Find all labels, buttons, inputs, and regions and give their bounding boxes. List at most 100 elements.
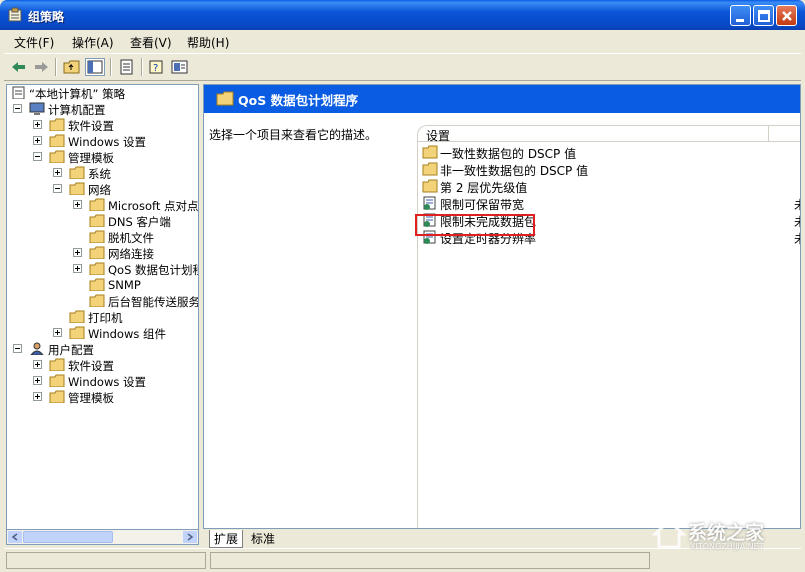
tree-label: 软件设置 xyxy=(68,119,114,133)
minimize-icon xyxy=(736,19,744,22)
watermark-text: 系统之家 xyxy=(688,522,765,544)
minimize-button[interactable] xyxy=(730,5,751,26)
tree-label: DNS 客户端 xyxy=(108,215,171,229)
collapse-icon[interactable] xyxy=(13,344,22,353)
back-button[interactable] xyxy=(9,58,29,76)
menu-file[interactable]: 文件(F) xyxy=(14,34,54,51)
up-icon xyxy=(63,60,80,74)
export-list-button[interactable] xyxy=(117,58,137,76)
folder-icon xyxy=(69,326,85,339)
expand-icon[interactable] xyxy=(33,120,42,129)
expand-icon[interactable] xyxy=(73,248,82,257)
folder-icon xyxy=(89,198,105,211)
column-header-state[interactable] xyxy=(768,126,800,142)
collapse-icon[interactable] xyxy=(13,104,22,113)
scroll-right-icon[interactable] xyxy=(183,531,197,543)
back-icon xyxy=(12,62,25,72)
folder-icon xyxy=(49,358,65,371)
tree-label: QoS 数据包计划程 xyxy=(108,263,199,277)
collapse-icon[interactable] xyxy=(33,152,42,161)
expand-icon[interactable] xyxy=(33,376,42,385)
folder-icon xyxy=(89,230,105,243)
forward-button[interactable] xyxy=(31,58,51,76)
folder-open-icon xyxy=(69,182,85,195)
computer-icon xyxy=(29,102,45,115)
tree-label: 后台智能传送服务 xyxy=(108,295,199,309)
user-icon xyxy=(30,342,44,355)
expand-icon[interactable] xyxy=(53,168,62,177)
status-cell xyxy=(6,552,206,569)
up-button[interactable] xyxy=(62,58,82,76)
menu-bar: 文件(F) 操作(A) 查看(V) 帮助(H) xyxy=(4,30,801,52)
scroll-thumb[interactable] xyxy=(23,531,113,543)
list-item-label: 非一致性数据包的 DSCP 值 xyxy=(440,164,589,178)
properties-icon xyxy=(171,60,188,74)
close-button[interactable] xyxy=(776,5,797,26)
expand-icon[interactable] xyxy=(53,328,62,337)
toolbar-separator xyxy=(55,58,57,76)
list-item-dscp-conforming[interactable]: 一致性数据包的 DSCP 值 xyxy=(422,144,800,161)
menu-help[interactable]: 帮助(H) xyxy=(187,34,229,51)
help-button[interactable]: ? xyxy=(147,58,167,76)
folder-icon xyxy=(422,145,438,159)
folder-open-icon xyxy=(89,262,105,275)
folder-icon xyxy=(89,278,105,291)
toolbar: ? xyxy=(4,53,801,81)
forward-icon xyxy=(35,62,48,72)
column-header-setting[interactable]: 设置 xyxy=(418,126,768,143)
details-title: QoS 数据包计划程序 xyxy=(238,93,359,108)
folder-icon xyxy=(49,390,65,403)
state-cell: 未 xyxy=(794,230,800,247)
scroll-left-icon[interactable] xyxy=(8,531,22,543)
folder-icon xyxy=(89,246,105,259)
folder-icon xyxy=(422,162,438,176)
help-icon: ? xyxy=(149,60,163,74)
tab-extended[interactable]: 扩展 xyxy=(209,530,244,548)
tree-label: Windows 组件 xyxy=(88,327,166,341)
tree-label: 软件设置 xyxy=(68,359,114,373)
expand-icon[interactable] xyxy=(33,360,42,369)
folder-open-icon xyxy=(49,150,65,163)
folder-icon xyxy=(216,91,234,106)
collapse-icon[interactable] xyxy=(53,184,62,193)
list-item-limit-reservable-bandwidth[interactable]: 限制可保留带宽 未 xyxy=(422,195,800,213)
expand-icon[interactable] xyxy=(33,392,42,401)
list-item-dscp-nonconforming[interactable]: 非一致性数据包的 DSCP 值 xyxy=(422,161,800,178)
folder-icon xyxy=(49,118,65,131)
show-hide-tree-button[interactable] xyxy=(85,58,105,76)
tree-label: Windows 设置 xyxy=(68,375,146,389)
tree-label: Microsoft 点对点 xyxy=(108,199,199,213)
tree-label: 计算机配置 xyxy=(48,103,106,117)
title-bar: 组策略 xyxy=(0,0,805,30)
menu-action[interactable]: 操作(A) xyxy=(72,34,114,51)
expand-icon[interactable] xyxy=(33,136,42,145)
policy-setting-icon xyxy=(423,196,436,210)
list-item-label: 限制可保留带宽 xyxy=(440,198,525,212)
details-pane: QoS 数据包计划程序 选择一个项目来查看它的描述。 设置 一致性数据包的 DS… xyxy=(203,84,801,529)
state-cell: 未 xyxy=(794,196,800,213)
toolbar-separator xyxy=(110,58,112,76)
folder-icon xyxy=(89,294,105,307)
tree-label: 脱机文件 xyxy=(108,231,154,245)
state-cell: 未 xyxy=(794,213,800,230)
status-cell xyxy=(210,552,650,569)
expand-icon[interactable] xyxy=(73,200,82,209)
tree-label: SNMP xyxy=(108,278,141,292)
list-item-layer2-priority[interactable]: 第 2 层优先级值 xyxy=(422,178,800,195)
description-text: 选择一个项目来查看它的描述。 xyxy=(209,128,378,142)
tree-label: 系统 xyxy=(88,167,111,181)
maximize-button[interactable] xyxy=(753,5,774,26)
menu-view[interactable]: 查看(V) xyxy=(130,34,172,51)
expand-icon[interactable] xyxy=(73,264,82,273)
site-watermark: 系统之家 XITONGZHIJIA.NET xyxy=(652,512,802,558)
folder-icon xyxy=(49,134,65,147)
tab-standard[interactable]: 标准 xyxy=(247,530,279,547)
properties-button[interactable] xyxy=(170,58,190,76)
list-item-label: 一致性数据包的 DSCP 值 xyxy=(440,147,577,161)
tree-horizontal-scrollbar[interactable] xyxy=(6,529,199,545)
folder-icon xyxy=(49,374,65,387)
description-area: 选择一个项目来查看它的描述。 设置 一致性数据包的 DSCP 值 非一致性数据包… xyxy=(204,113,800,528)
tree-label: Windows 设置 xyxy=(68,135,146,149)
folder-icon xyxy=(69,310,85,323)
toolbar-separator xyxy=(141,58,143,76)
